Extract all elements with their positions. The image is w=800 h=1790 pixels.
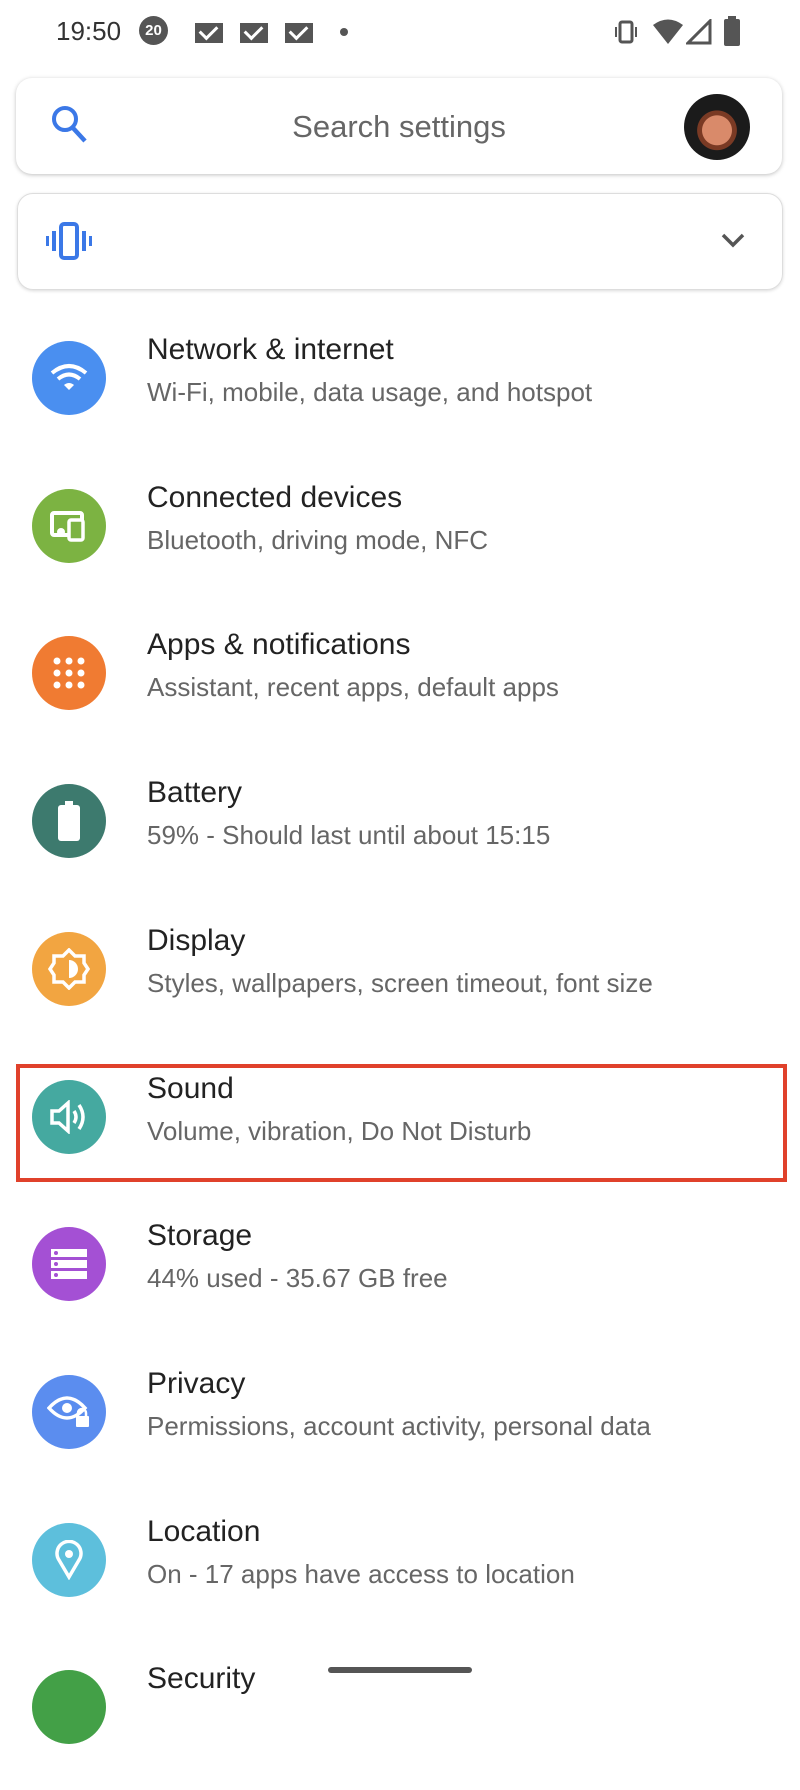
mail-icon — [285, 23, 313, 43]
settings-item-display[interactable]: Display Styles, wallpapers, screen timeo… — [0, 924, 800, 1052]
wifi-status-icon — [653, 19, 683, 44]
status-bar: 19:50 20 — [0, 0, 800, 66]
wifi-icon — [32, 341, 106, 415]
search-input[interactable]: Search settings — [16, 109, 782, 145]
location-pin-icon — [32, 1522, 106, 1597]
item-title: Security — [147, 1662, 256, 1696]
home-gesture-bar[interactable] — [328, 1667, 472, 1673]
apps-icon — [32, 636, 106, 711]
storage-icon — [32, 1227, 106, 1302]
sound-mode-card[interactable] — [17, 193, 783, 290]
battery-icon — [32, 784, 106, 859]
brightness-icon — [32, 931, 106, 1006]
dot-icon — [340, 28, 348, 36]
chevron-down-icon[interactable] — [720, 232, 746, 250]
item-title: Location — [147, 1514, 261, 1548]
item-subtitle: Styles, wallpapers, screen timeout, font… — [147, 967, 653, 998]
item-subtitle: Assistant, recent apps, default apps — [147, 672, 559, 703]
search-bar[interactable]: Search settings — [16, 78, 782, 174]
signal-icon — [686, 19, 712, 45]
settings-item-battery[interactable]: Battery 59% - Should last until about 15… — [0, 776, 800, 904]
settings-item-apps-notifications[interactable]: Apps & notifications Assistant, recent a… — [0, 628, 800, 756]
settings-item-connected-devices[interactable]: Connected devices Bluetooth, driving mod… — [0, 481, 800, 609]
item-title: Network & internet — [147, 333, 394, 366]
battery-status-icon — [724, 16, 740, 46]
badge-icon: 20 — [139, 16, 168, 45]
item-subtitle: Permissions, account activity, personal … — [147, 1410, 651, 1441]
item-title: Apps & notifications — [147, 628, 411, 662]
avatar[interactable] — [684, 94, 750, 160]
item-subtitle: On - 17 apps have access to location — [147, 1558, 575, 1589]
settings-item-security[interactable]: Security — [0, 1662, 800, 1790]
item-subtitle: 44% used - 35.67 GB free — [147, 1263, 448, 1294]
mail-icon — [240, 23, 268, 43]
item-subtitle: Bluetooth, driving mode, NFC — [147, 524, 489, 555]
item-title: Privacy — [147, 1366, 246, 1400]
clock: 19:50 — [56, 16, 122, 46]
settings-item-network-internet[interactable]: Network & internet Wi-Fi, mobile, data u… — [0, 333, 800, 461]
item-title: Battery — [147, 776, 243, 810]
privacy-eye-icon — [32, 1374, 106, 1449]
item-title: Storage — [147, 1219, 253, 1253]
settings-item-storage[interactable]: Storage 44% used - 35.67 GB free — [0, 1219, 800, 1347]
vibrate-status-icon — [615, 20, 637, 44]
vibrate-icon — [46, 222, 92, 260]
item-title: Connected devices — [147, 480, 403, 514]
item-subtitle: 59% - Should last until about 15:15 — [147, 820, 551, 851]
devices-icon — [32, 488, 106, 563]
highlight-box — [16, 1064, 787, 1182]
security-icon — [32, 1670, 106, 1745]
mail-icon — [195, 23, 223, 43]
item-title: Display — [147, 923, 246, 957]
settings-item-location[interactable]: Location On - 17 apps have access to loc… — [0, 1515, 800, 1643]
item-subtitle: Wi-Fi, mobile, data usage, and hotspot — [147, 377, 593, 407]
settings-item-privacy[interactable]: Privacy Permissions, account activity, p… — [0, 1367, 800, 1495]
